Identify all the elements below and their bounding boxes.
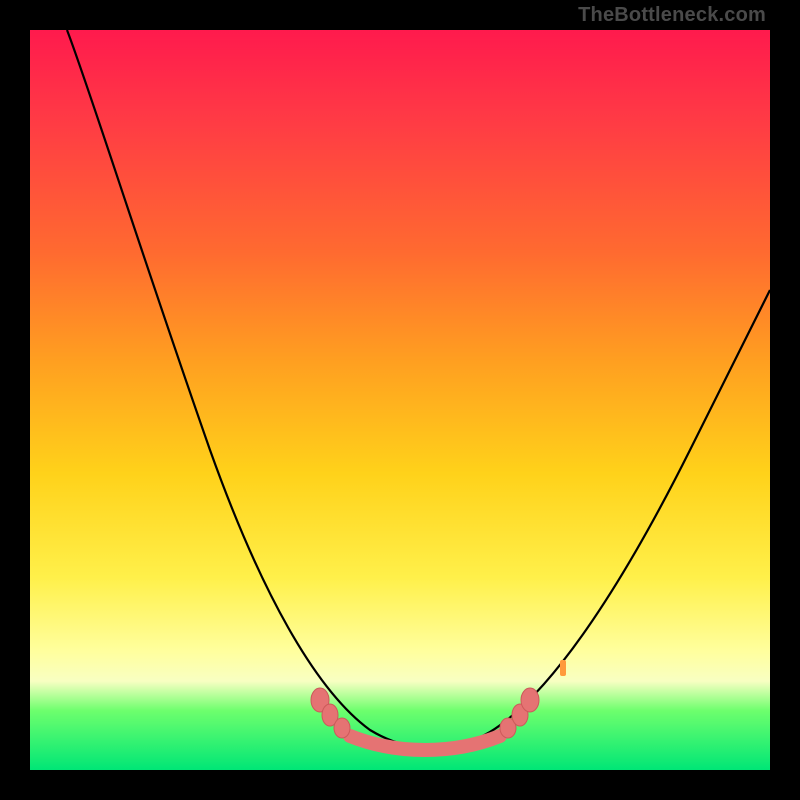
trough-band — [350, 736, 500, 750]
chart-svg — [30, 30, 770, 770]
marker-dot — [521, 688, 539, 712]
marker-group — [311, 660, 566, 738]
bottleneck-curve — [67, 30, 770, 748]
watermark-text: TheBottleneck.com — [578, 4, 766, 27]
marker-dot — [334, 718, 350, 738]
plot-area — [30, 30, 770, 770]
marker-tick — [560, 660, 566, 676]
chart-frame: TheBottleneck.com — [0, 0, 800, 800]
